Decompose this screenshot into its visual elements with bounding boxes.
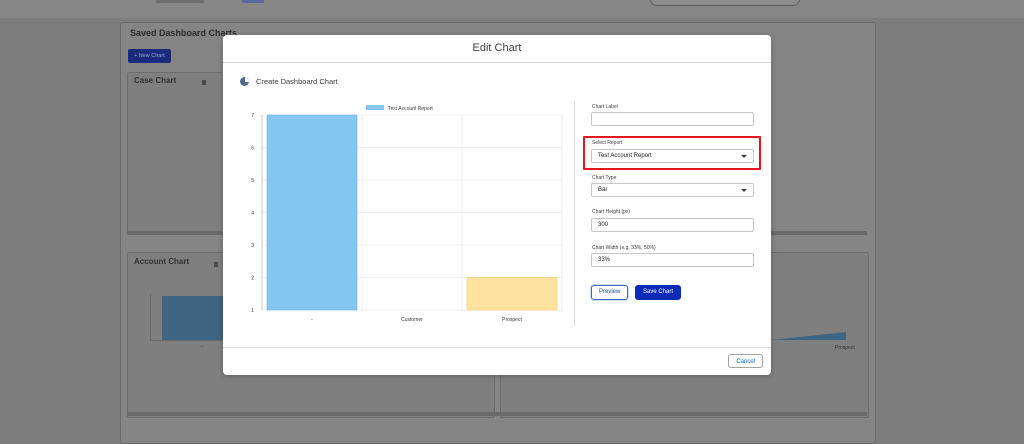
new-chart-button[interactable]: + New Chart — [128, 49, 171, 63]
y-tick-label: 3 — [251, 243, 254, 249]
chart-type-label: Chart Type — [592, 175, 617, 181]
x-tick-label: Prospect — [502, 317, 522, 323]
modal-header: Edit Chart — [223, 35, 771, 63]
x-tick-label: - — [311, 317, 313, 323]
chart-type-dropdown[interactable]: Bar — [591, 183, 754, 197]
section-title: Create Dashboard Chart — [256, 77, 338, 86]
x-tick-labels: - Customer Prospect — [311, 317, 522, 323]
chart-bar — [466, 277, 558, 311]
modal-footer: Cancel — [223, 347, 771, 375]
chart-width-input[interactable]: 33% — [591, 253, 754, 267]
logo-accent — [242, 0, 264, 3]
legend-swatch — [366, 105, 384, 110]
card-separator — [127, 412, 867, 416]
highlight-box — [583, 136, 761, 170]
preview-button[interactable]: Preview — [591, 285, 629, 300]
chart-width-label: Chart Width (e.g. 33%, 50%) — [592, 245, 656, 251]
save-chart-button[interactable]: Save Chart — [635, 285, 682, 300]
chart-type-value: Bar — [598, 187, 608, 193]
y-tick-label: 7 — [251, 113, 254, 119]
x-tick-label: Customer — [401, 317, 423, 323]
account-chart-title: Account Chart — [134, 257, 190, 266]
mini-chart-bar — [162, 296, 223, 340]
cancel-button[interactable]: Cancel — [728, 354, 763, 368]
modal-title: Edit Chart — [472, 42, 522, 54]
edit-chart-modal: Edit Chart Create Dashboard Chart 1 2 3 4 5 6… — [223, 35, 771, 375]
y-tick-label: 6 — [251, 146, 254, 152]
chart-height-label: Chart Height (px) — [592, 209, 631, 215]
chart-height-input[interactable]: 300 — [591, 218, 754, 232]
chart-bar — [266, 114, 358, 311]
y-tick-label: 5 — [251, 178, 254, 184]
saved-charts-title: Saved Dashboard Charts — [130, 28, 238, 38]
chevron-down-icon — [741, 189, 747, 192]
logo — [156, 0, 204, 3]
chart-label-label: Chart Label — [592, 104, 618, 110]
delete-icon[interactable] — [202, 80, 206, 85]
pie-chart-icon — [240, 77, 249, 86]
global-search-input[interactable] — [650, 0, 800, 6]
y-tick-label: 1 — [251, 308, 254, 314]
y-tick-labels: 1 2 3 4 5 6 7 — [251, 113, 254, 314]
top-bar — [0, 0, 1024, 18]
legend-entry: Test Account Report — [388, 106, 433, 112]
bar-chart: 1 2 3 4 5 6 7 - Customer Prospect Test Account R… — [251, 105, 563, 323]
chart-label-input[interactable] — [591, 112, 754, 126]
right-x-label: Prospect — [835, 345, 855, 351]
case-chart-title: Case Chart — [134, 76, 177, 85]
y-tick-label: 4 — [251, 211, 254, 217]
mini-x-label: - — [201, 344, 203, 350]
y-tick-label: 2 — [251, 276, 254, 282]
delete-icon[interactable] — [214, 262, 218, 267]
column-divider — [574, 101, 575, 326]
